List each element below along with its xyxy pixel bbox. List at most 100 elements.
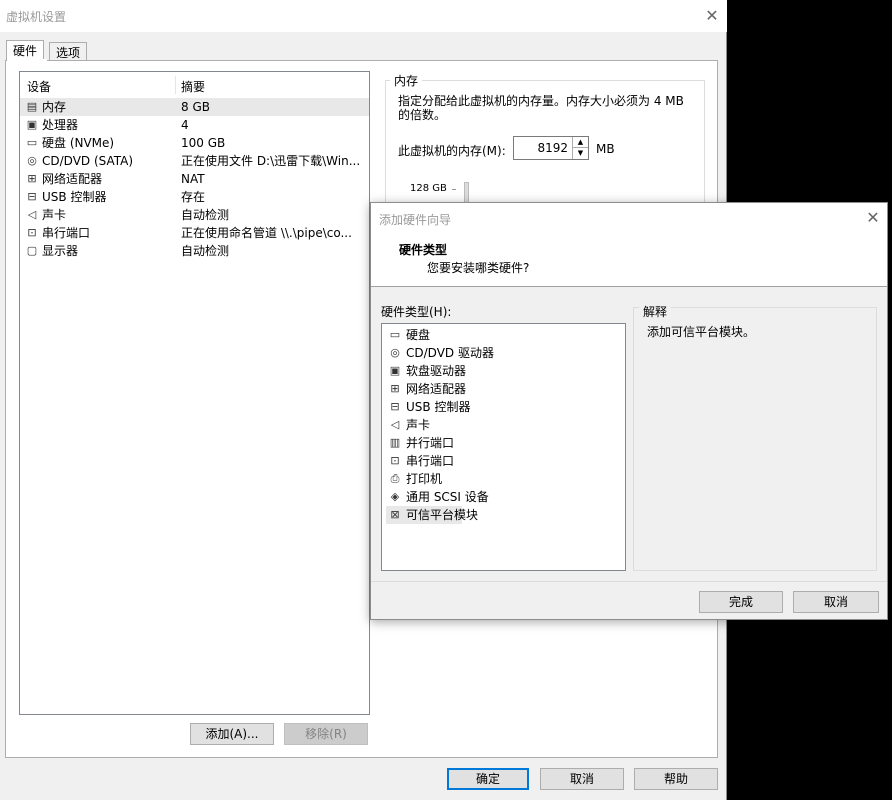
list-item-label: 可信平台模块 bbox=[406, 508, 479, 522]
memory-icon: ▤ bbox=[26, 100, 38, 113]
device-summary: 8 GB bbox=[181, 100, 210, 114]
list-item-serial[interactable]: ⊡ 串行端口 bbox=[386, 452, 454, 470]
device-name: CD/DVD (SATA) bbox=[42, 154, 134, 168]
explanation-text: 添加可信平台模块。 bbox=[647, 325, 756, 339]
list-item-label: 硬盘 bbox=[406, 328, 431, 342]
list-item-usb[interactable]: ⊟ USB 控制器 bbox=[386, 398, 470, 416]
close-icon[interactable]: ✕ bbox=[704, 8, 720, 24]
list-item-floppy[interactable]: ▣ 软盘驱动器 bbox=[386, 362, 466, 380]
explanation-group bbox=[633, 307, 877, 571]
column-divider bbox=[175, 76, 176, 94]
device-summary: 正在使用文件 D:\迅雷下载\Win... bbox=[181, 154, 361, 168]
list-item-cd-dvd[interactable]: ◎ CD/DVD 驱动器 bbox=[386, 344, 494, 362]
list-item-scsi[interactable]: ◈ 通用 SCSI 设备 bbox=[386, 488, 489, 506]
device-summary: 自动检测 bbox=[181, 208, 230, 222]
list-item-label: 并行端口 bbox=[406, 436, 455, 450]
usb-icon: ⊟ bbox=[27, 190, 37, 203]
scsi-icon: ◈ bbox=[390, 490, 400, 503]
memory-group-title: 内存 bbox=[390, 72, 423, 89]
list-item-label: 声卡 bbox=[406, 418, 431, 432]
tpm-icon: ⊠ bbox=[390, 508, 400, 521]
network-icon: ⊞ bbox=[27, 172, 37, 185]
device-row-display[interactable]: ▢ 显示器 自动检测 bbox=[20, 242, 369, 260]
list-item-label: 打印机 bbox=[406, 472, 443, 486]
device-row-harddisk[interactable]: ▭ 硬盘 (NVMe) 100 GB bbox=[20, 134, 369, 152]
device-summary: 存在 bbox=[181, 190, 206, 204]
memory-spinner[interactable]: ▲ ▼ bbox=[572, 137, 588, 159]
list-item-tpm[interactable]: ⊠ 可信平台模块 bbox=[386, 506, 478, 524]
explanation-title: 解释 bbox=[639, 303, 672, 320]
spinner-down-icon[interactable]: ▼ bbox=[573, 148, 588, 159]
device-row-usb[interactable]: ⊟ USB 控制器 存在 bbox=[20, 188, 369, 206]
harddisk-icon: ▭ bbox=[389, 328, 401, 341]
list-item-label: 软盘驱动器 bbox=[406, 364, 467, 378]
list-item-label: CD/DVD 驱动器 bbox=[406, 346, 494, 360]
cancel-button[interactable]: 取消 bbox=[793, 591, 879, 613]
remove-button[interactable]: 移除(R) bbox=[284, 723, 368, 745]
list-item-sound[interactable]: ◁ 声卡 bbox=[386, 416, 430, 434]
tab-hardware[interactable]: 硬件 bbox=[6, 40, 45, 60]
finish-button[interactable]: 完成 bbox=[699, 591, 783, 613]
parallel-port-icon: ▥ bbox=[389, 436, 401, 449]
usb-icon: ⊟ bbox=[390, 400, 400, 413]
printer-icon: ⎙ bbox=[390, 472, 400, 485]
memory-unit: MB bbox=[596, 142, 615, 156]
divider bbox=[371, 581, 887, 582]
speaker-icon: ◁ bbox=[390, 418, 400, 431]
list-item-network[interactable]: ⊞ 网络适配器 bbox=[386, 380, 466, 398]
device-list[interactable]: 设备 摘要 ▤ 内存 8 GB ▣ 处理器 4 ▭ 硬盘 (NVMe) 100 … bbox=[19, 71, 370, 715]
column-header-device[interactable]: 设备 bbox=[27, 78, 51, 95]
list-item-parallel[interactable]: ▥ 并行端口 bbox=[386, 434, 454, 452]
serial-port-icon: ⊡ bbox=[390, 454, 400, 467]
device-summary: NAT bbox=[181, 172, 205, 186]
wizard-heading: 硬件类型 bbox=[399, 243, 448, 257]
device-summary: 正在使用命名管道 \\.\pipe\co... bbox=[181, 226, 352, 240]
list-item-label: 网络适配器 bbox=[406, 382, 467, 396]
device-summary: 自动检测 bbox=[181, 244, 230, 258]
memory-value: 8192 bbox=[537, 141, 568, 155]
slider-tick bbox=[452, 189, 456, 190]
wizard-header: 添加硬件向导 ✕ 硬件类型 您要安装哪类硬件? bbox=[371, 203, 887, 287]
spinner-up-icon[interactable]: ▲ bbox=[573, 137, 588, 148]
device-row-memory[interactable]: ▤ 内存 8 GB bbox=[20, 98, 369, 116]
add-hardware-wizard: 添加硬件向导 ✕ 硬件类型 您要安装哪类硬件? 硬件类型(H): ▭ 硬盘 ◎ CD… bbox=[370, 202, 888, 620]
list-item-printer[interactable]: ⎙ 打印机 bbox=[386, 470, 442, 488]
harddisk-icon: ▭ bbox=[26, 136, 38, 149]
device-name: USB 控制器 bbox=[42, 190, 107, 204]
column-header-summary[interactable]: 摘要 bbox=[181, 78, 205, 95]
add-button[interactable]: 添加(A)... bbox=[190, 723, 274, 745]
device-name: 声卡 bbox=[42, 208, 67, 222]
device-name: 硬盘 (NVMe) bbox=[42, 136, 115, 150]
cpu-icon: ▣ bbox=[26, 118, 38, 131]
device-row-cd-dvd[interactable]: ◎ CD/DVD (SATA) 正在使用文件 D:\迅雷下载\Win... bbox=[20, 152, 369, 170]
list-item-label: 通用 SCSI 设备 bbox=[406, 490, 489, 504]
speaker-icon: ◁ bbox=[27, 208, 37, 221]
device-summary: 4 bbox=[181, 118, 189, 132]
cd-icon: ◎ bbox=[27, 154, 37, 167]
device-name: 显示器 bbox=[42, 244, 79, 258]
list-item-label: USB 控制器 bbox=[406, 400, 471, 414]
window-title: 虚拟机设置 bbox=[6, 10, 67, 24]
monitor-icon: ▢ bbox=[26, 244, 38, 257]
title-bar: 虚拟机设置 ✕ bbox=[0, 0, 727, 32]
list-item-label: 串行端口 bbox=[406, 454, 455, 468]
cancel-button[interactable]: 取消 bbox=[540, 768, 624, 790]
memory-input[interactable]: 8192 ▲ ▼ bbox=[513, 136, 589, 160]
tab-options[interactable]: 选项 bbox=[49, 42, 88, 61]
slider-label-top: 128 GB bbox=[410, 183, 447, 194]
list-item-harddisk[interactable]: ▭ 硬盘 bbox=[386, 326, 430, 344]
close-icon[interactable]: ✕ bbox=[865, 210, 881, 226]
device-name: 串行端口 bbox=[42, 226, 91, 240]
help-button[interactable]: 帮助 bbox=[634, 768, 718, 790]
hardware-type-list[interactable]: ▭ 硬盘 ◎ CD/DVD 驱动器 ▣ 软盘驱动器 ⊞ 网络适配器 ⊟ USB 控制器 ◁… bbox=[381, 323, 626, 571]
device-row-sound[interactable]: ◁ 声卡 自动检测 bbox=[20, 206, 369, 224]
network-icon: ⊞ bbox=[390, 382, 400, 395]
device-row-serial[interactable]: ⊡ 串行端口 正在使用命名管道 \\.\pipe\co... bbox=[20, 224, 369, 242]
wizard-title: 添加硬件向导 bbox=[379, 213, 452, 227]
hardware-type-label: 硬件类型(H): bbox=[381, 305, 452, 319]
ok-button[interactable]: 确定 bbox=[447, 768, 529, 790]
cd-icon: ◎ bbox=[390, 346, 400, 359]
device-row-network[interactable]: ⊞ 网络适配器 NAT bbox=[20, 170, 369, 188]
device-row-cpu[interactable]: ▣ 处理器 4 bbox=[20, 116, 369, 134]
device-name: 网络适配器 bbox=[42, 172, 103, 186]
